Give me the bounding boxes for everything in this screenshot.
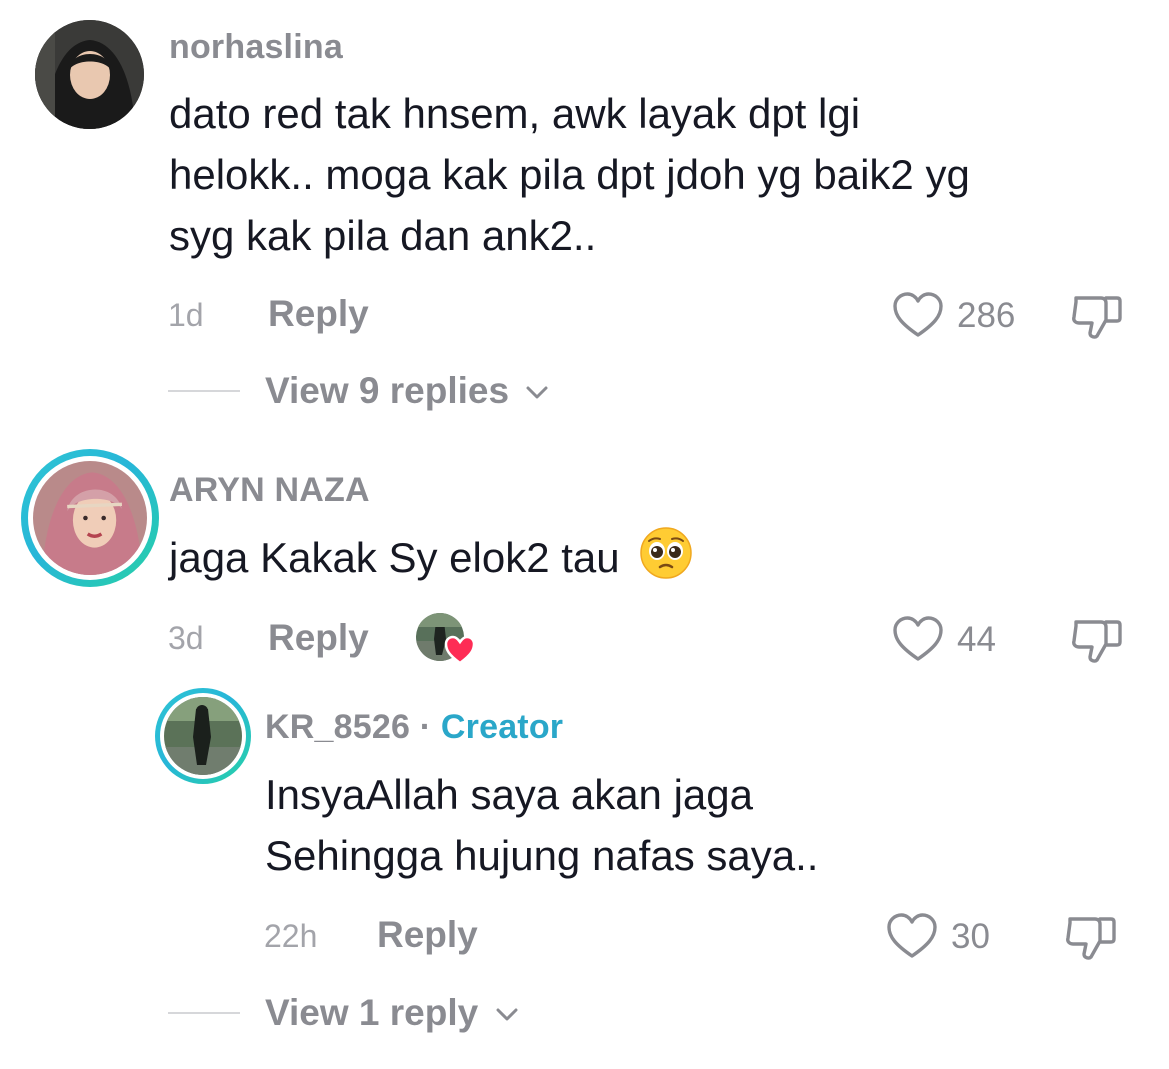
chevron-down-icon [496, 1008, 518, 1021]
dislike-button[interactable] [1064, 913, 1118, 966]
chevron-down-icon [526, 386, 548, 399]
dislike-button[interactable] [1070, 616, 1124, 669]
view-replies-label: View 9 replies [265, 370, 510, 411]
comment-timestamp: 1d [168, 297, 204, 333]
comment-username[interactable]: norhaslina [169, 28, 343, 67]
like-count: 30 [951, 917, 990, 956]
heart-icon [444, 635, 476, 665]
comment-text: jaga Kakak Sy elok2 tau [169, 526, 693, 596]
comment-text-line: helokk.. moga kak pila dpt jdoh yg baik2… [169, 151, 970, 198]
avatar-story-ring[interactable] [21, 449, 159, 587]
heart-icon [893, 616, 943, 661]
reply-text-line: InsyaAllah saya akan jaga [265, 771, 753, 818]
creator-badge: Creator [440, 708, 564, 746]
username-separator: · [419, 708, 432, 746]
comment-username[interactable]: ARYN NAZA [169, 471, 370, 510]
reply-username[interactable]: KR_8526 [265, 708, 410, 746]
like-count: 44 [957, 620, 996, 659]
view-replies-button[interactable]: View 9 replies [265, 370, 549, 412]
reply-timestamp: 22h [264, 918, 318, 954]
reply-button[interactable]: Reply [377, 914, 478, 956]
reply-button[interactable]: Reply [268, 293, 369, 335]
thumbs-down-icon [1066, 917, 1116, 960]
thumbs-down-icon [1072, 296, 1122, 339]
like-button[interactable] [886, 913, 938, 964]
like-count: 286 [957, 296, 1016, 335]
avatar-story-ring[interactable] [155, 688, 251, 784]
pleading-face-icon [640, 527, 693, 579]
pleading-face-emoji [639, 526, 693, 596]
comment-text-body: jaga Kakak Sy elok2 tau [169, 534, 620, 582]
reply-text-line: Sehingga hujung nafas saya.. [265, 832, 819, 879]
creator-liked-badge [416, 613, 476, 665]
comment-timestamp: 3d [168, 620, 204, 656]
like-button[interactable] [892, 616, 944, 667]
comment-text-line: dato red tak hnsem, awk layak dpt lgi [169, 90, 861, 137]
view-replies-divider [168, 390, 240, 392]
view-replies-button[interactable]: View 1 reply [265, 992, 519, 1034]
view-replies-divider [168, 1012, 240, 1014]
heart-icon [893, 292, 943, 337]
avatar-image [35, 20, 144, 129]
avatar-image [164, 697, 242, 775]
thumbs-down-icon [1072, 620, 1122, 663]
avatar[interactable] [35, 20, 144, 129]
comment-text-line: syg kak pila dan ank2.. [169, 212, 597, 259]
reply-button[interactable]: Reply [268, 617, 369, 659]
reply-username-row: KR_8526 · Creator [265, 708, 563, 747]
view-replies-label: View 1 reply [265, 992, 479, 1033]
like-button[interactable] [892, 292, 944, 343]
dislike-button[interactable] [1070, 292, 1124, 345]
heart-icon [887, 913, 937, 958]
avatar-image [33, 461, 147, 575]
